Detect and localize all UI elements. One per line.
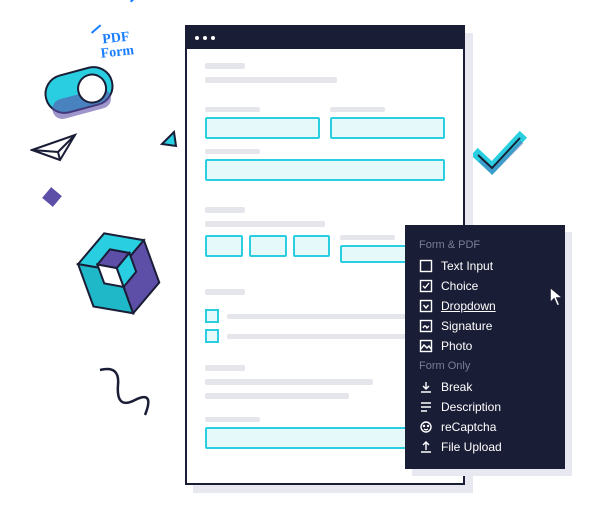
placeholder-line (205, 365, 245, 371)
cursor-icon (548, 285, 568, 314)
window-dot (195, 36, 199, 40)
menu-item-label: File Upload (441, 440, 502, 454)
field-label (340, 235, 395, 240)
small-field[interactable] (249, 235, 287, 257)
recaptcha-icon (419, 420, 433, 434)
field-label (205, 149, 260, 154)
placeholder-line (205, 63, 245, 69)
menu-item-label: reCaptcha (441, 420, 496, 434)
placeholder-line (205, 221, 325, 227)
confetti-triangle-icon (160, 130, 178, 153)
field-label (330, 107, 385, 112)
placeholder-line (205, 379, 373, 385)
text-field[interactable] (205, 117, 320, 139)
placeholder-line (205, 393, 349, 399)
menu-item-file-upload[interactable]: File Upload (407, 437, 563, 457)
cube-illustration (47, 207, 162, 322)
placeholder-line (205, 207, 245, 213)
field-label (205, 417, 260, 422)
file-upload-icon (419, 440, 433, 454)
signature-icon (419, 319, 433, 333)
description-icon (419, 400, 433, 414)
menu-item-label: Choice (441, 279, 478, 293)
small-field[interactable] (293, 235, 331, 257)
text-field[interactable] (330, 117, 445, 139)
menu-item-break[interactable]: Break (407, 377, 563, 397)
confetti-icon (42, 187, 62, 207)
menu-item-recaptcha[interactable]: reCaptcha (407, 417, 563, 437)
menu-item-label: Photo (441, 339, 472, 353)
window-dot (203, 36, 207, 40)
text-input-icon (419, 259, 433, 273)
break-icon (419, 380, 433, 394)
checkbox-field[interactable] (205, 329, 219, 343)
menu-item-label: Description (441, 400, 501, 414)
menu-item-photo[interactable]: Photo (407, 336, 563, 356)
checkbox-field[interactable] (205, 309, 219, 323)
menu-section-header: Form & PDF (407, 235, 563, 256)
menu-item-description[interactable]: Description (407, 397, 563, 417)
menu-item-signature[interactable]: Signature (407, 316, 563, 336)
menu-item-choice[interactable]: Choice (407, 276, 563, 296)
menu-item-label: Dropdown (441, 299, 496, 313)
small-field[interactable] (205, 235, 243, 257)
placeholder-line (205, 77, 337, 83)
menu-item-dropdown[interactable]: Dropdown (407, 296, 563, 316)
squiggle-icon (90, 360, 160, 425)
dropdown-icon (419, 299, 433, 313)
window-dot (211, 36, 215, 40)
window-titlebar (187, 27, 463, 49)
menu-item-label: Break (441, 380, 472, 394)
menu-item-label: Signature (441, 319, 492, 333)
menu-item-label: Text Input (441, 259, 493, 273)
placeholder-line (205, 289, 245, 295)
menu-item-text-input[interactable]: Text Input (407, 256, 563, 276)
paper-plane-icon (30, 130, 80, 175)
field-type-menu: Form & PDF Text Input Choice Dropdown Si… (405, 225, 565, 469)
pdf-form-badge: PDF Form (99, 30, 135, 61)
menu-section-header: Form Only (407, 356, 563, 377)
toggle-illustration (40, 62, 118, 119)
pdf-badge-line2: Form (100, 43, 135, 61)
field-label (205, 107, 260, 112)
photo-icon (419, 339, 433, 353)
text-field[interactable] (205, 159, 445, 181)
checkmark-illustration (470, 130, 530, 185)
choice-icon (419, 279, 433, 293)
